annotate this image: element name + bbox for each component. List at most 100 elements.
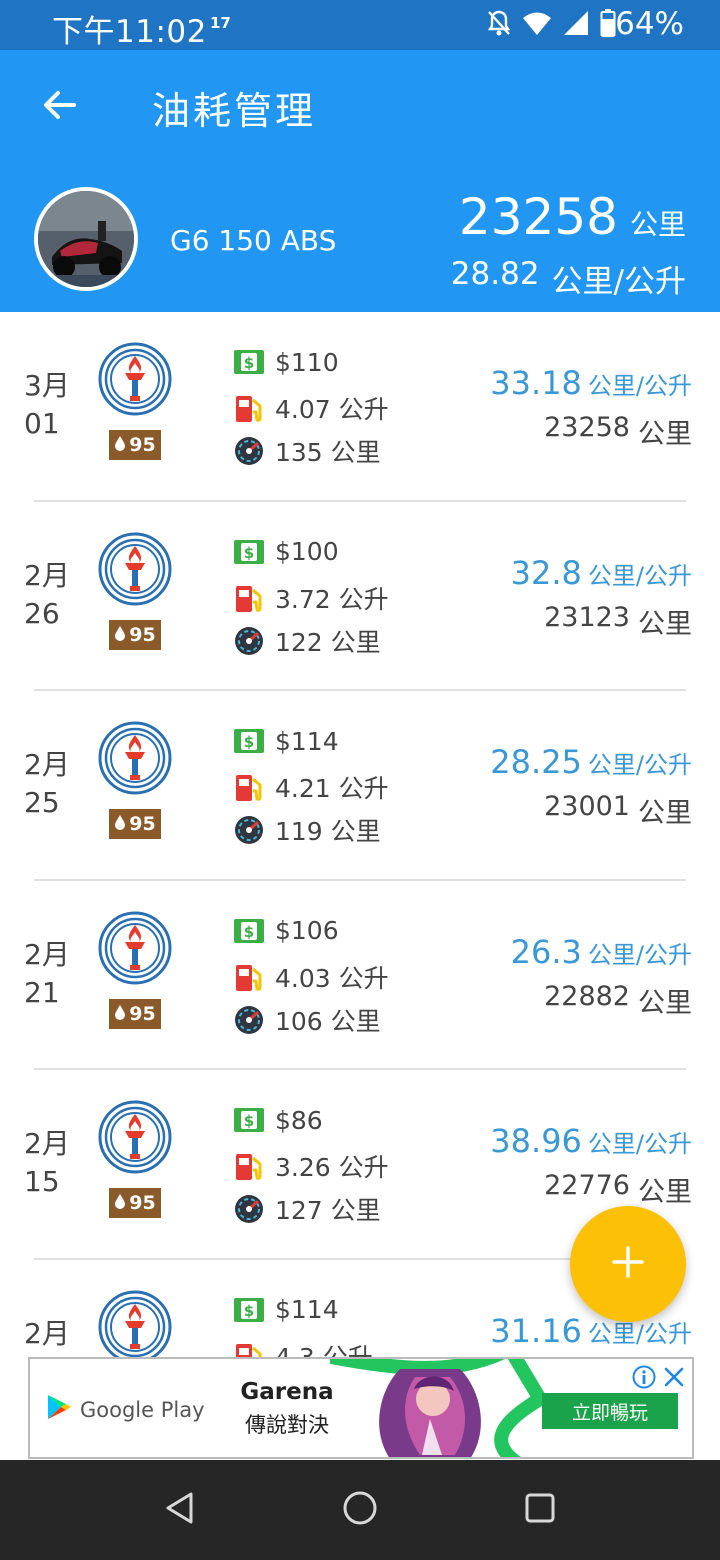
fuel-cost: $114: [275, 1295, 339, 1324]
record-efficiency: 38.96 公里/公升: [490, 1122, 692, 1160]
ad-close-button[interactable]: [662, 1365, 686, 1389]
status-bar: 下午11:02 17 64%: [0, 0, 720, 50]
triangle-back-icon: [163, 1491, 197, 1529]
dollar-icon: $: [233, 346, 265, 378]
fuel-grade: 95: [129, 1192, 156, 1214]
fuel-cost: $106: [275, 916, 339, 945]
speedometer-icon: [233, 1193, 265, 1225]
fuel-pump-icon: [233, 1340, 265, 1358]
notifications-off-icon: [486, 9, 512, 41]
dollar-icon: $: [233, 915, 265, 947]
nav-back-button[interactable]: [155, 1485, 205, 1535]
trip-distance: 135 公里: [275, 438, 381, 467]
cost-row: $ $86: [233, 1104, 323, 1136]
record-date: 3月 01: [24, 367, 74, 443]
fuel-record-row[interactable]: 3月 01 95 $ $110 4.07 公升 135 公里 33.18 公里/…: [0, 312, 720, 502]
efficiency-unit: 公里/公升: [587, 372, 692, 400]
odometer-value: 22776: [544, 1170, 630, 1201]
fuel-grade-badge: 95: [109, 430, 161, 460]
record-month: 3月: [24, 369, 70, 402]
efficiency-value: 33.18: [490, 364, 582, 402]
fuel-record-list[interactable]: 3月 01 95 $ $110 4.07 公升 135 公里 33.18 公里/…: [0, 312, 720, 1358]
app-header: 油耗管理 G6 150 ABS 23258 公里 28.82 公里/公升: [0, 50, 720, 312]
liters-row: 4.3 公升: [233, 1338, 373, 1359]
odometer-value: 23258: [544, 412, 630, 443]
efficiency-value: 32.8: [510, 553, 582, 592]
cost-row: $ $100: [233, 536, 339, 568]
fuel-grade: 95: [129, 813, 156, 835]
cpc-torch-logo-icon: [98, 1290, 172, 1358]
record-month: 2月: [24, 558, 70, 592]
fuel-liters: 4.07 公升: [275, 395, 389, 424]
dollar-icon: $: [233, 1294, 265, 1326]
avg-efficiency-unit: 公里/公升: [551, 264, 686, 300]
fuel-cost: $114: [275, 726, 339, 756]
trip-distance: 122 公里: [275, 627, 381, 657]
fuel-liters: 4.21 公升: [275, 774, 389, 803]
record-month: 2月: [24, 937, 70, 971]
back-button[interactable]: [34, 82, 84, 132]
google-play-icon: [46, 1393, 72, 1426]
add-record-button[interactable]: [570, 1206, 686, 1322]
close-icon: [662, 1367, 686, 1393]
record-day: 01: [24, 407, 60, 440]
liters-row: 3.72 公升: [233, 580, 389, 616]
efficiency-unit: 公里/公升: [587, 561, 692, 590]
dollar-icon: $: [233, 725, 265, 757]
liters-row: 4.21 公升: [233, 769, 389, 805]
plus-icon: [611, 1245, 645, 1283]
odometer-unit: 公里: [638, 419, 692, 450]
fuel-pump-icon: [233, 961, 265, 993]
fuel-pump-icon: [233, 392, 265, 424]
record-day: 15: [24, 1165, 60, 1198]
fuel-drop-icon: [114, 813, 126, 835]
battery-percent: 64%: [615, 6, 684, 42]
cost-row: $ $110: [233, 346, 339, 378]
fuel-record-row[interactable]: 2月 26 95 $ $100 3.72 公升 122 公里 32.8 公里/公…: [0, 502, 720, 691]
avg-efficiency-value: 28.82: [450, 256, 540, 292]
record-odometer: 23123 公里: [544, 602, 692, 641]
record-date: 2月: [24, 1315, 74, 1353]
fuel-cost: $100: [275, 537, 339, 566]
efficiency-unit: 公里/公升: [587, 940, 692, 969]
fuel-grade: 95: [129, 623, 156, 646]
speedometer-icon: [233, 435, 265, 467]
odometer-value: 22882: [544, 980, 630, 1012]
nav-recents-button[interactable]: [515, 1485, 565, 1535]
vehicle-avatar[interactable]: [34, 187, 138, 291]
ad-banner[interactable]: Google Play Garena 傳說對決 立即暢玩: [28, 1357, 694, 1459]
record-day: 26: [24, 596, 60, 630]
cost-row: $ $114: [233, 725, 339, 757]
circle-home-icon: [342, 1490, 378, 1530]
status-icons: [486, 9, 616, 41]
arrow-back-icon: [41, 87, 77, 127]
liters-row: 3.26 公升: [233, 1148, 389, 1184]
odometer-unit: 公里: [638, 608, 692, 640]
odometer-value: 23001: [544, 791, 630, 822]
fuel-liters: 4.3 公升: [275, 1342, 373, 1359]
record-day: 25: [24, 786, 60, 819]
record-odometer: 23258 公里: [544, 412, 692, 451]
fuel-grade-badge: 95: [109, 619, 161, 650]
ad-info-button[interactable]: [632, 1365, 656, 1389]
record-efficiency: 32.8 公里/公升: [511, 554, 692, 592]
square-recents-icon: [524, 1492, 556, 1528]
status-notification-label: 17: [210, 14, 231, 32]
trip-distance: 119 公里: [275, 817, 381, 846]
fuel-liters: 4.03 公升: [275, 963, 389, 993]
total-km-value: 23258: [458, 188, 618, 246]
google-play-logo: Google Play: [46, 1393, 205, 1426]
fuel-record-row[interactable]: 2月 25 95 $ $114 4.21 公升 119 公里 28.25 公里/…: [0, 691, 720, 881]
cost-row: $ $106: [233, 915, 339, 947]
record-efficiency: 28.25 公里/公升: [490, 743, 692, 781]
dollar-icon: $: [233, 536, 265, 568]
odometer-unit: 公里: [638, 987, 692, 1019]
fuel-drop-icon: [114, 434, 126, 456]
efficiency-unit: 公里/公升: [587, 751, 692, 779]
fuel-grade: 95: [129, 1002, 156, 1025]
ad-cta-button[interactable]: 立即暢玩: [542, 1393, 678, 1429]
cpc-torch-logo-icon: [98, 911, 172, 985]
fuel-record-row[interactable]: 2月 21 95 $ $106 4.03 公升 106 公里 26.3 公里/公…: [0, 881, 720, 1070]
cpc-torch-logo-icon: [98, 721, 172, 795]
nav-home-button[interactable]: [335, 1485, 385, 1535]
